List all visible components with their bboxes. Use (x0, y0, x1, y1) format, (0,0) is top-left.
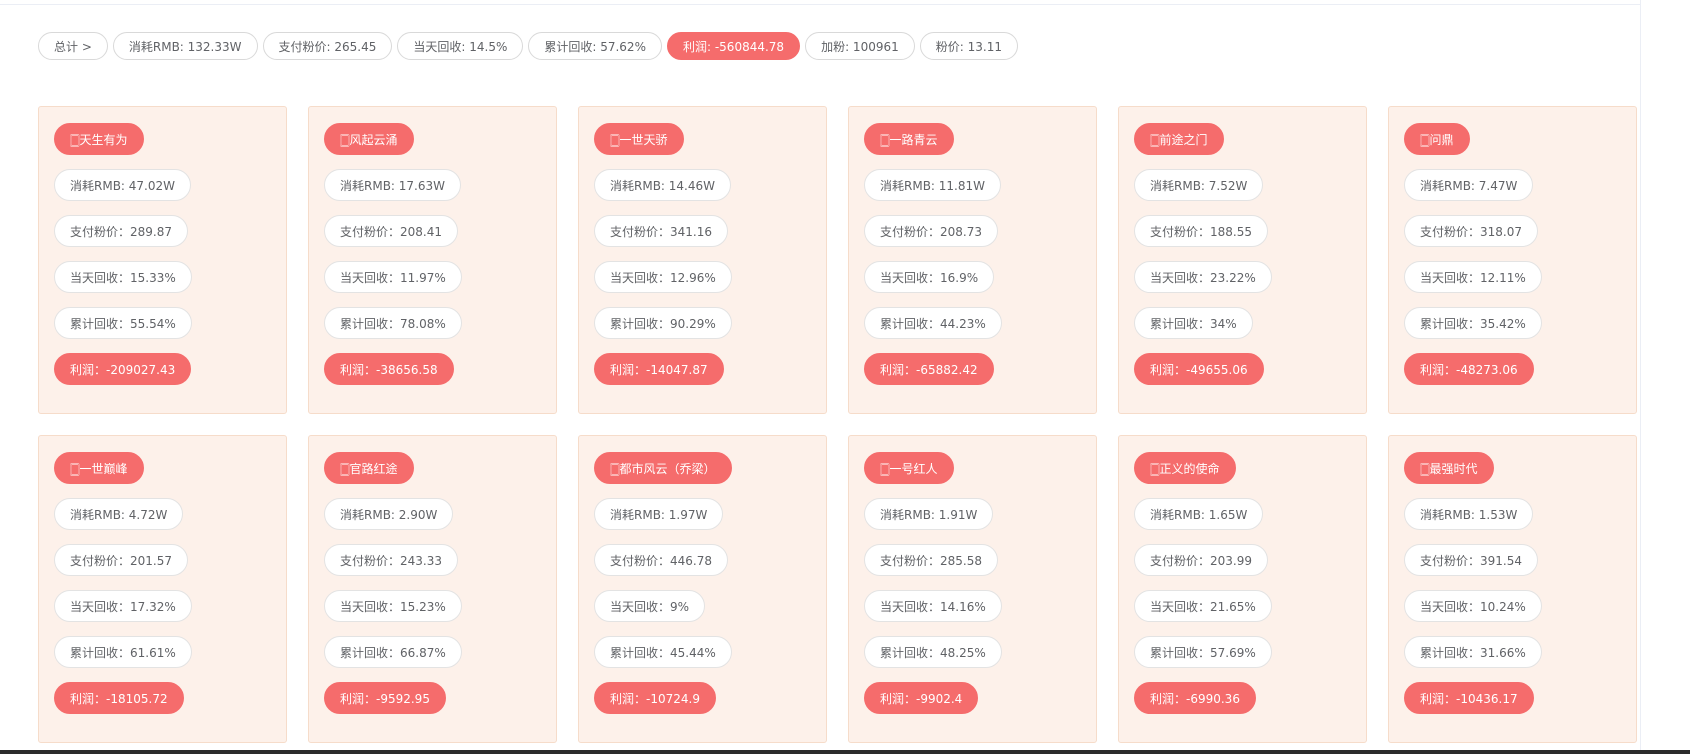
pay-price-tag: 支付粉价：289.87 (54, 215, 188, 247)
book-title-tag[interactable]: 🀆天生有为 (54, 123, 144, 155)
book-card: 🀆一路青云 消耗RMB: 11.81W 支付粉价：208.73 当天回收：16.… (848, 106, 1097, 414)
book-title-tag[interactable]: 🀆正义的使命 (1134, 452, 1236, 484)
day-recovery-tag: 当天回收：14.16% (864, 590, 1002, 622)
profit-tag: 利润：-9902.4 (864, 682, 979, 714)
book-card: 🀆正义的使命 消耗RMB: 1.65W 支付粉价：203.99 当天回收：21.… (1118, 435, 1367, 743)
profit-tag: 利润：-209027.43 (54, 353, 192, 385)
summary-cum-recovery-tag: 累计回收: 57.62% (528, 32, 662, 60)
book-card: 🀆一世巅峰 消耗RMB: 4.72W 支付粉价：201.57 当天回收：17.3… (38, 435, 287, 743)
summary-pay-price-tag: 支付粉价: 265.45 (262, 32, 393, 60)
cum-recovery-tag: 累计回收：66.87% (324, 636, 462, 668)
right-divider (1640, 0, 1641, 754)
summary-fans-tag: 加粉: 100961 (805, 32, 915, 60)
book-card: 🀆一世天骄 消耗RMB: 14.46W 支付粉价：341.16 当天回收：12.… (578, 106, 827, 414)
book-title-tag[interactable]: 🀆一世巅峰 (54, 452, 144, 484)
summary-total-button[interactable]: 总计 > (38, 32, 108, 60)
book-title-tag[interactable]: 🀆一世天骄 (594, 123, 684, 155)
pay-price-tag: 支付粉价：208.73 (864, 215, 998, 247)
profit-tag: 利润：-10724.9 (594, 682, 716, 714)
consume-tag: 消耗RMB: 1.65W (1134, 498, 1264, 530)
book-card: 🀆最强时代 消耗RMB: 1.53W 支付粉价：391.54 当天回收：10.2… (1388, 435, 1637, 743)
cum-recovery-tag: 累计回收：44.23% (864, 307, 1002, 339)
consume-tag: 消耗RMB: 2.90W (324, 498, 454, 530)
book-card: 🀆风起云涌 消耗RMB: 17.63W 支付粉价：208.41 当天回收：11.… (308, 106, 557, 414)
book-card: 🀆天生有为 消耗RMB: 47.02W 支付粉价：289.87 当天回收：15.… (38, 106, 287, 414)
day-recovery-tag: 当天回收：15.33% (54, 261, 192, 293)
cum-recovery-tag: 累计回收：31.66% (1404, 636, 1542, 668)
cum-recovery-tag: 累计回收：48.25% (864, 636, 1002, 668)
book-card: 🀆都市风云（乔梁） 消耗RMB: 1.97W 支付粉价：446.78 当天回收：… (578, 435, 827, 743)
profit-tag: 利润：-10436.17 (1404, 682, 1534, 714)
summary-bar: 总计 > 消耗RMB: 132.33W 支付粉价: 265.45 当天回收: 1… (38, 32, 1018, 60)
cum-recovery-tag: 累计回收：90.29% (594, 307, 732, 339)
day-recovery-tag: 当天回收：15.23% (324, 590, 462, 622)
consume-tag: 消耗RMB: 11.81W (864, 169, 1002, 201)
book-title-tag[interactable]: 🀆问鼎 (1404, 123, 1470, 155)
day-recovery-tag: 当天回收：9% (594, 590, 706, 622)
summary-fan-price-tag: 粉价: 13.11 (919, 32, 1018, 60)
pay-price-tag: 支付粉价：285.58 (864, 544, 998, 576)
profit-tag: 利润：-65882.42 (864, 353, 994, 385)
dashboard-page: 总计 > 消耗RMB: 132.33W 支付粉价: 265.45 当天回收: 1… (0, 0, 1690, 754)
day-recovery-tag: 当天回收：21.65% (1134, 590, 1272, 622)
pay-price-tag: 支付粉价：446.78 (594, 544, 728, 576)
consume-tag: 消耗RMB: 7.47W (1404, 169, 1534, 201)
day-recovery-tag: 当天回收：12.96% (594, 261, 732, 293)
book-title-tag[interactable]: 🀆都市风云（乔梁） (594, 452, 732, 484)
bottom-edge-bar (0, 750, 1690, 754)
profit-tag: 利润：-14047.87 (594, 353, 724, 385)
consume-tag: 消耗RMB: 17.63W (324, 169, 462, 201)
book-card: 🀆官路红途 消耗RMB: 2.90W 支付粉价：243.33 当天回收：15.2… (308, 435, 557, 743)
profit-tag: 利润：-9592.95 (324, 682, 446, 714)
day-recovery-tag: 当天回收：11.97% (324, 261, 462, 293)
cum-recovery-tag: 累计回收：78.08% (324, 307, 462, 339)
summary-profit-tag: 利润: -560844.78 (666, 32, 801, 60)
book-card: 🀆前途之门 消耗RMB: 7.52W 支付粉价：188.55 当天回收：23.2… (1118, 106, 1367, 414)
book-title-tag[interactable]: 🀆一号红人 (864, 452, 954, 484)
profit-tag: 利润：-6990.36 (1134, 682, 1256, 714)
profit-tag: 利润：-48273.06 (1404, 353, 1534, 385)
book-card: 🀆一号红人 消耗RMB: 1.91W 支付粉价：285.58 当天回收：14.1… (848, 435, 1097, 743)
day-recovery-tag: 当天回收：10.24% (1404, 590, 1542, 622)
cum-recovery-tag: 累计回收：35.42% (1404, 307, 1542, 339)
pay-price-tag: 支付粉价：391.54 (1404, 544, 1538, 576)
consume-tag: 消耗RMB: 7.52W (1134, 169, 1264, 201)
profit-tag: 利润：-18105.72 (54, 682, 184, 714)
summary-day-recovery-tag: 当天回收: 14.5% (397, 32, 524, 60)
top-divider (0, 4, 1640, 5)
cum-recovery-tag: 累计回收：61.61% (54, 636, 192, 668)
summary-consume-tag: 消耗RMB: 132.33W (112, 32, 258, 60)
cum-recovery-tag: 累计回收：57.69% (1134, 636, 1272, 668)
consume-tag: 消耗RMB: 47.02W (54, 169, 192, 201)
book-title-tag[interactable]: 🀆前途之门 (1134, 123, 1224, 155)
day-recovery-tag: 当天回收：12.11% (1404, 261, 1542, 293)
book-title-tag[interactable]: 🀆风起云涌 (324, 123, 414, 155)
consume-tag: 消耗RMB: 14.46W (594, 169, 732, 201)
pay-price-tag: 支付粉价：203.99 (1134, 544, 1268, 576)
day-recovery-tag: 当天回收：23.22% (1134, 261, 1272, 293)
consume-tag: 消耗RMB: 1.53W (1404, 498, 1534, 530)
pay-price-tag: 支付粉价：318.07 (1404, 215, 1538, 247)
cum-recovery-tag: 累计回收：34% (1134, 307, 1253, 339)
cum-recovery-tag: 累计回收：55.54% (54, 307, 192, 339)
book-title-tag[interactable]: 🀆官路红途 (324, 452, 414, 484)
profit-tag: 利润：-38656.58 (324, 353, 454, 385)
pay-price-tag: 支付粉价：201.57 (54, 544, 188, 576)
consume-tag: 消耗RMB: 4.72W (54, 498, 184, 530)
profit-tag: 利润：-49655.06 (1134, 353, 1264, 385)
book-title-tag[interactable]: 🀆一路青云 (864, 123, 954, 155)
pay-price-tag: 支付粉价：208.41 (324, 215, 458, 247)
book-card-grid: 🀆天生有为 消耗RMB: 47.02W 支付粉价：289.87 当天回收：15.… (38, 106, 1637, 743)
day-recovery-tag: 当天回收：17.32% (54, 590, 192, 622)
consume-tag: 消耗RMB: 1.91W (864, 498, 994, 530)
cum-recovery-tag: 累计回收：45.44% (594, 636, 732, 668)
book-title-tag[interactable]: 🀆最强时代 (1404, 452, 1494, 484)
pay-price-tag: 支付粉价：188.55 (1134, 215, 1268, 247)
consume-tag: 消耗RMB: 1.97W (594, 498, 724, 530)
pay-price-tag: 支付粉价：243.33 (324, 544, 458, 576)
book-card: 🀆问鼎 消耗RMB: 7.47W 支付粉价：318.07 当天回收：12.11%… (1388, 106, 1637, 414)
day-recovery-tag: 当天回收：16.9% (864, 261, 995, 293)
pay-price-tag: 支付粉价：341.16 (594, 215, 728, 247)
